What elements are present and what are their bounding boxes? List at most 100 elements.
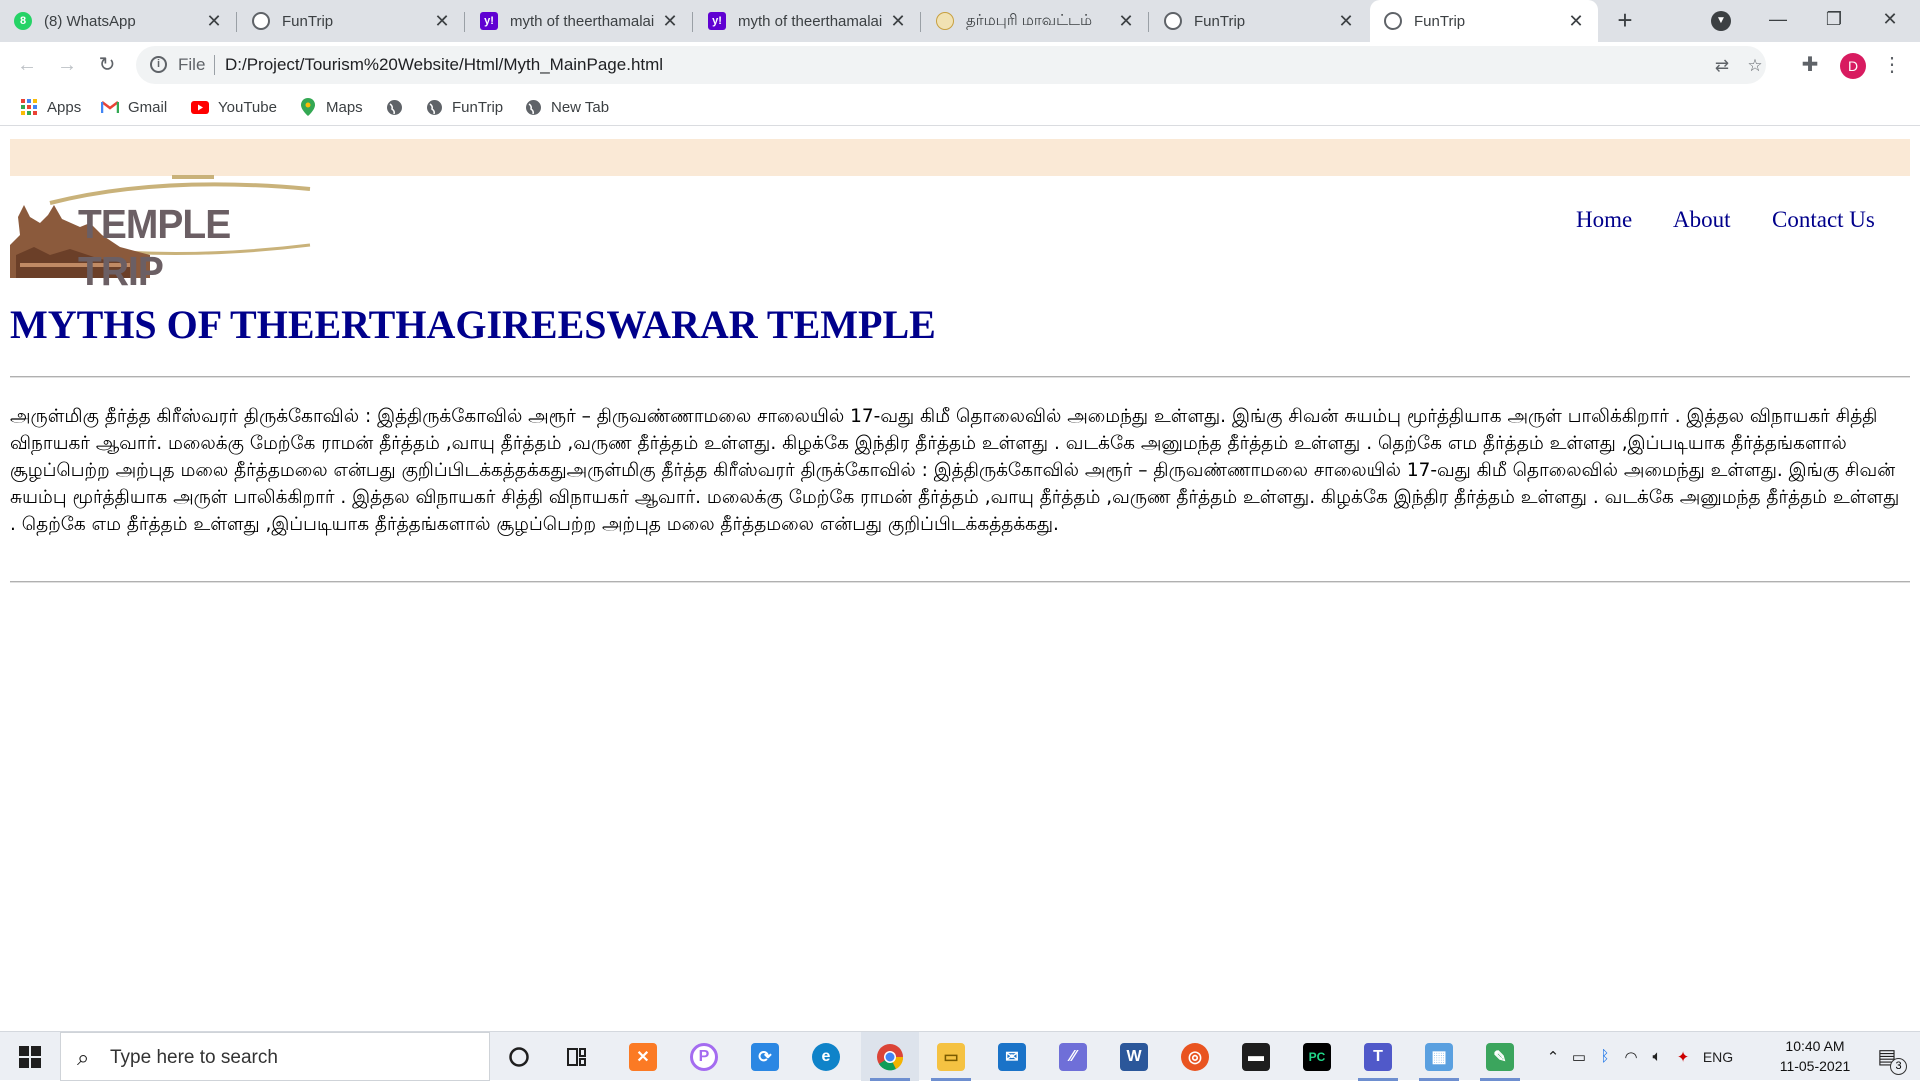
word-icon[interactable]: W <box>1105 1032 1163 1081</box>
web-page: TEMPLE TRIP Home About Contact Us MYTHS … <box>0 127 1920 1031</box>
tab-funtrip-active[interactable]: FunTrip ✕ <box>1370 0 1598 42</box>
myth-paragraph: அருள்மிகு தீர்த்த கிரீஸ்வரர் திருக்கோவில… <box>10 406 1900 535</box>
bookmark-youtube[interactable]: YouTube <box>191 96 277 118</box>
mail-icon[interactable]: ✉ <box>983 1032 1041 1081</box>
yahoo-icon: y! <box>480 12 498 30</box>
chrome-icon[interactable] <box>861 1032 919 1081</box>
xampp-icon[interactable]: ✕ <box>614 1032 672 1081</box>
forward-arrow-icon[interactable]: → <box>52 50 82 80</box>
wifi-icon[interactable]: ◠ <box>1618 1048 1644 1066</box>
restore-icon[interactable]: ❐ <box>1806 0 1862 42</box>
tab-title: (8) WhatsApp <box>44 12 136 30</box>
bookmark-apps[interactable]: Apps <box>20 96 81 118</box>
language-indicator[interactable]: ENG <box>1696 1049 1740 1065</box>
bookmarks-bar: Apps Gmail YouTube Maps FunTrip New Tab <box>0 88 1920 126</box>
nav-contact-link[interactable]: Contact Us <box>1772 207 1875 233</box>
bookmark-label: New Tab <box>551 98 610 116</box>
start-button[interactable] <box>0 1032 60 1081</box>
cortana-icon[interactable] <box>490 1032 548 1081</box>
tab-title: தர்மபுரி மாவட்டம் <box>966 11 1093 29</box>
bookmark-gmail[interactable]: Gmail <box>101 96 167 118</box>
taskbar-search-box[interactable]: ⌕ Type here to search <box>60 1032 490 1081</box>
visual-studio-icon[interactable]: ⁄⁄ <box>1044 1032 1102 1081</box>
youtube-icon <box>191 98 209 116</box>
gmail-icon <box>101 98 119 116</box>
tab-funtrip[interactable]: FunTrip ✕ <box>238 0 464 42</box>
photos-icon[interactable]: ✎ <box>1471 1032 1529 1081</box>
nav-home-link[interactable]: Home <box>1576 207 1632 233</box>
yahoo-icon: y! <box>708 12 726 30</box>
tab-title: FunTrip <box>282 12 334 30</box>
clock-date: 11-05-2021 <box>1779 1058 1851 1074</box>
bookmark-funtrip[interactable]: FunTrip <box>425 96 503 118</box>
site-logo[interactable]: TEMPLE TRIP <box>10 175 313 294</box>
more-menu-icon[interactable]: ⋮ <box>1882 52 1902 78</box>
apps-grid-icon <box>20 98 38 116</box>
tab-dharmapuri[interactable]: தர்மபுரி மாவட்டம் ✕ <box>922 0 1148 42</box>
bookmark-label: Maps <box>326 98 363 116</box>
tab-yahoo-search[interactable]: y! myth of theerthamalai ✕ <box>694 0 920 42</box>
search-icon: ⌕ <box>77 1045 90 1070</box>
paint-icon[interactable]: ▦ <box>1410 1032 1468 1081</box>
bottom-divider <box>10 581 1910 583</box>
globe-icon <box>385 98 403 116</box>
bookmark-star-icon[interactable]: ☆ <box>1744 55 1766 77</box>
tab-whatsapp[interactable]: 8 (8) WhatsApp ✕ <box>0 0 236 42</box>
window-close-icon[interactable]: ✕ <box>1862 0 1918 42</box>
info-icon[interactable]: i <box>150 56 167 73</box>
task-view-icon[interactable] <box>550 1032 608 1081</box>
new-tab-button[interactable]: + <box>1610 6 1640 36</box>
sync-icon[interactable]: ⟳ <box>736 1032 794 1081</box>
bookmark-label: YouTube <box>218 98 277 116</box>
back-arrow-icon[interactable]: ← <box>12 50 42 80</box>
terminal-icon[interactable]: ▬ <box>1227 1032 1285 1081</box>
close-icon[interactable]: ✕ <box>1336 11 1356 32</box>
taskbar-clock[interactable]: 10:40 AM 11-05-2021 <box>1768 1036 1862 1076</box>
battery-icon[interactable]: ▭ <box>1566 1048 1592 1066</box>
search-placeholder: Type here to search <box>110 1047 278 1068</box>
translate-icon[interactable]: ⇄ <box>1711 55 1733 77</box>
profile-avatar[interactable]: D <box>1840 53 1866 79</box>
tab-divider <box>692 12 693 32</box>
globe-icon <box>252 12 270 30</box>
extensions-puzzle-icon[interactable]: ✚ <box>1799 54 1821 76</box>
picsart-icon[interactable]: P <box>675 1032 733 1081</box>
tab-funtrip[interactable]: FunTrip ✕ <box>1150 0 1368 42</box>
close-icon[interactable]: ✕ <box>660 11 680 32</box>
edge-icon[interactable]: e <box>797 1032 855 1081</box>
file-explorer-icon[interactable]: ▭ <box>922 1032 980 1081</box>
tab-title: myth of theerthamalai <box>738 12 883 30</box>
tab-divider <box>464 12 465 32</box>
tab-divider <box>1148 12 1149 32</box>
close-icon[interactable]: ✕ <box>1566 11 1586 32</box>
close-icon[interactable]: ✕ <box>204 11 224 32</box>
chevron-up-icon[interactable]: ⌃ <box>1540 1048 1566 1066</box>
reload-icon[interactable]: ↻ <box>92 50 122 80</box>
tab-yahoo-search[interactable]: y! myth of theerthamalai ✕ <box>466 0 692 42</box>
volume-icon[interactable]: 🔈︎ <box>1644 1048 1670 1065</box>
windows-taskbar: ⌕ Type here to search ✕ P ⟳ e ▭ ✉ ⁄⁄ W ◎… <box>0 1031 1920 1081</box>
emblem-icon <box>936 12 954 30</box>
teams-icon[interactable]: T <box>1349 1032 1407 1081</box>
globe-icon <box>425 98 443 116</box>
bookmark-maps[interactable]: Maps <box>299 96 363 118</box>
close-icon[interactable]: ✕ <box>888 11 908 32</box>
close-icon[interactable]: ✕ <box>1116 11 1136 32</box>
dropbox-icon[interactable]: ✦ <box>1670 1048 1696 1066</box>
bookmark-label: Gmail <box>128 98 168 116</box>
pycharm-icon[interactable]: PC <box>1288 1032 1346 1081</box>
bluetooth-icon[interactable]: ᛒ <box>1592 1048 1618 1065</box>
bookmark-new-tab[interactable]: New Tab <box>524 96 609 118</box>
address-url[interactable]: D:/Project/Tourism%20Website/Html/Myth_M… <box>225 55 663 75</box>
nav-about-link[interactable]: About <box>1673 207 1731 233</box>
close-icon[interactable]: ✕ <box>432 11 452 32</box>
browser-tab-strip: 8 (8) WhatsApp ✕ FunTrip ✕ y! myth of th… <box>0 0 1920 42</box>
tab-search-icon[interactable]: ▼ <box>1711 11 1731 31</box>
minimize-icon[interactable]: — <box>1750 0 1806 42</box>
address-bar[interactable]: i File D:/Project/Tourism%20Website/Html… <box>136 46 1766 84</box>
ubuntu-icon[interactable]: ◎ <box>1166 1032 1224 1081</box>
page-title: MYTHS OF THEERTHAGIREESWARAR TEMPLE <box>10 302 936 347</box>
tab-divider <box>920 12 921 32</box>
bookmark-globe[interactable] <box>385 96 412 118</box>
logo-text: TEMPLE TRIP <box>78 201 231 294</box>
